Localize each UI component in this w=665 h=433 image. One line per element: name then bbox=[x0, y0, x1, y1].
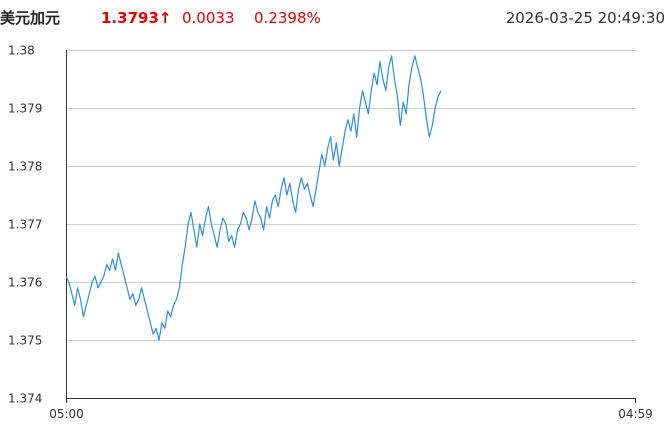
price-change-percent: 0.2398% bbox=[254, 9, 321, 27]
price-series-line bbox=[65, 55, 442, 341]
series-layer bbox=[65, 55, 442, 341]
axes: 1.374 1.375 1.376 1.377 1.378 1.379 1.38 05:00 0… bbox=[8, 44, 653, 422]
quote-timestamp: 2026-03-25 20:49:30 bbox=[505, 9, 665, 27]
x-tick-label: 05:00 bbox=[49, 407, 84, 421]
intraday-line-chart: 1.374 1.375 1.376 1.377 1.378 1.379 1.38 05:00 0… bbox=[8, 44, 653, 422]
y-tick-label: 1.377 bbox=[8, 218, 42, 232]
y-tick-label: 1.379 bbox=[8, 102, 42, 116]
quote-header: 美元加元 1.3793↑ 0.0033 0.2398% 2026-03-25 2… bbox=[0, 0, 665, 36]
y-tick-label: 1.378 bbox=[8, 160, 42, 174]
last-price: 1.3793↑ bbox=[101, 9, 172, 27]
y-tick-label: 1.38 bbox=[8, 44, 35, 58]
x-tick-label: 04:59 bbox=[618, 407, 653, 421]
y-tick-label: 1.375 bbox=[8, 334, 42, 348]
grid-lines bbox=[66, 50, 636, 341]
currency-pair-name: 美元加元 bbox=[0, 9, 61, 27]
y-tick-label: 1.376 bbox=[8, 276, 42, 290]
price-change: 0.0033 bbox=[182, 9, 235, 27]
y-tick-label: 1.374 bbox=[8, 392, 42, 406]
